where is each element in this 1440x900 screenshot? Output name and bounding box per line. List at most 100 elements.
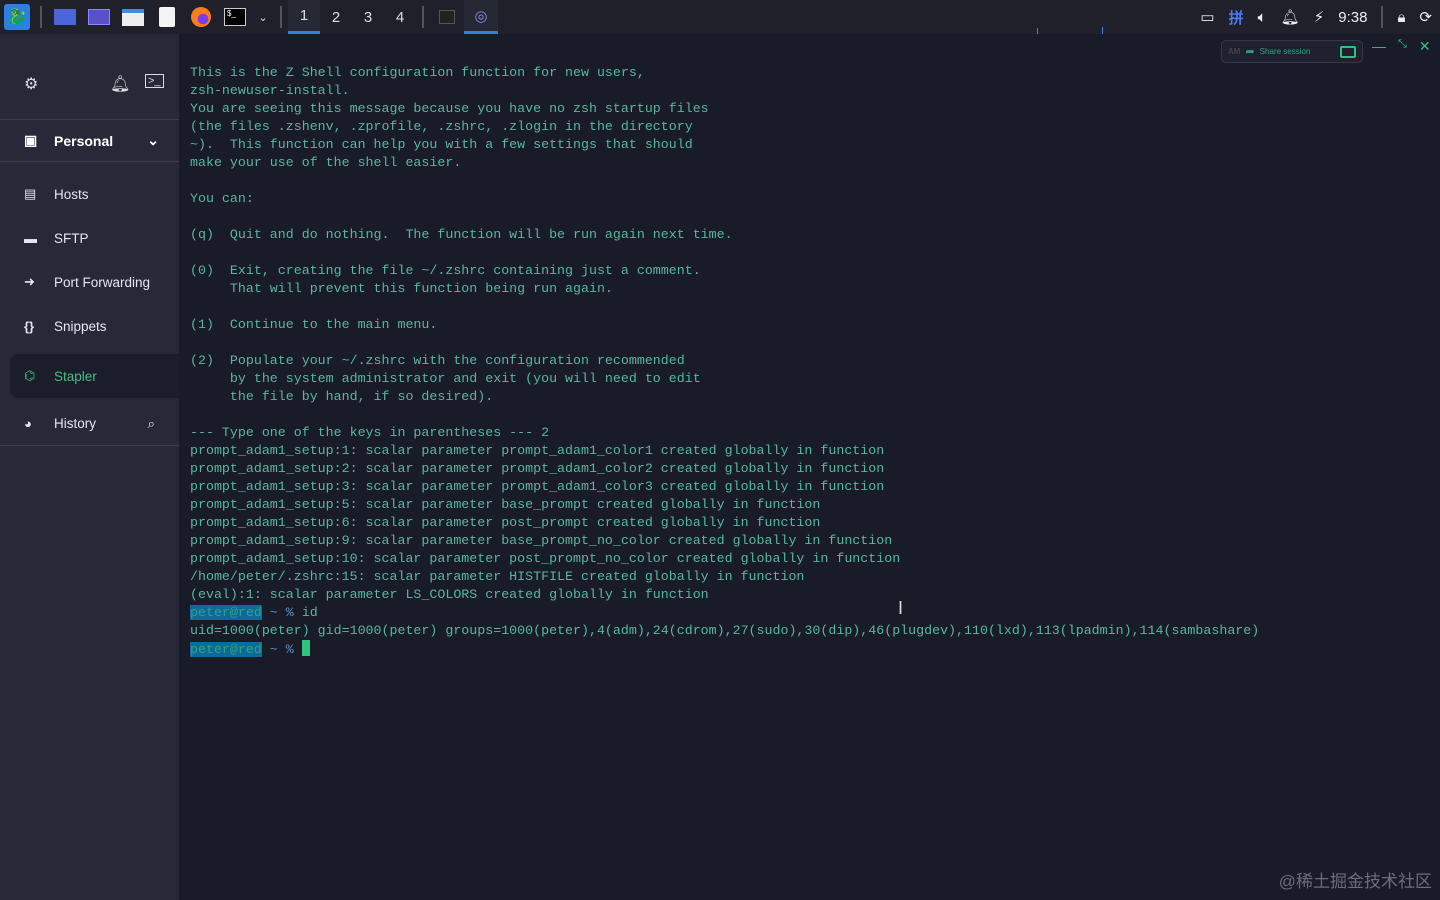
workspace-4[interactable]: 4 bbox=[384, 0, 416, 34]
vault-selector[interactable]: ▣ Personal ⌄ bbox=[0, 120, 179, 162]
sidebar-item-label: Port Forwarding bbox=[54, 274, 151, 290]
divider bbox=[422, 6, 424, 28]
prompt-line: peter@red ~ % id bbox=[190, 604, 1259, 622]
hosts-icon: ▤ bbox=[24, 186, 37, 201]
terminal-line: prompt_adam1_setup:9: scalar parameter b… bbox=[190, 533, 893, 548]
terminal-output[interactable]: This is the Z Shell configuration functi… bbox=[190, 64, 1259, 659]
arrow-icon: ➜ bbox=[24, 274, 35, 289]
workspace-2[interactable]: 2 bbox=[320, 0, 352, 34]
folder-icon: ▬ bbox=[24, 230, 37, 246]
am-badge: AM bbox=[1228, 47, 1241, 56]
terminal-line: by the system administrator and exit (yo… bbox=[190, 371, 701, 386]
terminal-line: make your use of the shell easier. bbox=[190, 155, 462, 170]
split-view-icon[interactable] bbox=[1340, 45, 1356, 58]
clock-icon: ◕ bbox=[24, 416, 32, 431]
prompt-line: peter@red ~ % bbox=[190, 640, 1259, 659]
window-controls: — ⤡ ✕ bbox=[1372, 38, 1431, 55]
sidebar-item-hosts[interactable]: ▤ Hosts bbox=[0, 172, 179, 216]
kali-menu-icon[interactable]: 🐉 bbox=[4, 4, 30, 30]
terminal-line: prompt_adam1_setup:6: scalar parameter p… bbox=[190, 515, 821, 530]
command-output: uid=1000(peter) gid=1000(peter) groups=1… bbox=[190, 623, 1260, 638]
network-monitor-graph bbox=[1006, 4, 1148, 34]
share-arrow-icon: ➦ bbox=[1245, 46, 1255, 58]
clock[interactable]: 9:38 bbox=[1338, 9, 1367, 26]
workspace-1[interactable]: 1 bbox=[288, 0, 320, 34]
firefox-icon[interactable] bbox=[188, 4, 214, 30]
settings-gear-icon[interactable]: ⚙ bbox=[24, 74, 38, 94]
cursor bbox=[301, 640, 310, 656]
close-icon[interactable]: ✕ bbox=[1419, 38, 1431, 55]
minimize-icon[interactable]: — bbox=[1372, 38, 1386, 55]
restore-icon[interactable]: ⤡ bbox=[1398, 38, 1407, 55]
lock-icon[interactable]: 🔒︎ bbox=[1397, 9, 1405, 26]
terminal-line: You are seeing this message because you … bbox=[190, 101, 709, 116]
sidebar: ⚙ 🔔︎ >_ ▣ Personal ⌄ ▤ Hosts ▬ SFTP ➜ Port … bbox=[0, 34, 179, 900]
terminal-line: prompt_adam1_setup:1: scalar parameter p… bbox=[190, 443, 885, 458]
terminal-line: ~). This function can help you with a fe… bbox=[190, 137, 693, 152]
terminal-line: /home/peter/.zshrc:15: scalar parameter … bbox=[190, 569, 805, 584]
terminal-icon[interactable]: $_ bbox=[222, 4, 248, 30]
chevron-down-icon[interactable]: ⌄ bbox=[256, 4, 270, 30]
terminal-line: This is the Z Shell configuration functi… bbox=[190, 65, 645, 80]
stapler-icon: ⌬ bbox=[24, 368, 36, 383]
notification-bell-icon[interactable]: 🔔︎ bbox=[110, 74, 130, 94]
braces-icon: {} bbox=[24, 318, 35, 334]
terminal-line: --- Type one of the keys in parentheses … bbox=[190, 425, 550, 440]
terminal-line: (0) Exit, creating the file ~/.zshrc con… bbox=[190, 263, 701, 278]
terminal-line: (the files .zshenv, .zprofile, .zshrc, .… bbox=[190, 119, 693, 134]
terminal-line: (2) Populate your ~/.zshrc with the conf… bbox=[190, 353, 685, 368]
prompt-user: peter@red bbox=[190, 642, 262, 657]
share-session-button[interactable]: Share session bbox=[1260, 47, 1335, 56]
terminal-line: the file by hand, if so desired). bbox=[190, 389, 494, 404]
terminal-line: (1) Continue to the main menu. bbox=[190, 317, 438, 332]
terminal-line: (q) Quit and do nothing. The function wi… bbox=[190, 227, 733, 242]
termius-window-icon[interactable]: ◎ bbox=[464, 0, 498, 34]
show-desktop-icon[interactable] bbox=[52, 4, 78, 30]
terminal-line: zsh-newuser-install. bbox=[190, 83, 350, 98]
sidebar-item-label: Snippets bbox=[54, 318, 107, 334]
terminal-line: prompt_adam1_setup:3: scalar parameter p… bbox=[190, 479, 885, 494]
text-cursor-icon: I bbox=[898, 598, 904, 618]
notification-bell-icon[interactable]: 🔔︎ bbox=[1281, 8, 1300, 26]
volume-icon[interactable]: 🔈︎ bbox=[1258, 9, 1267, 26]
sidebar-item-label: History bbox=[54, 416, 97, 431]
command-text: id bbox=[301, 605, 318, 620]
sidebar-item-stapler[interactable]: ⌬ Stapler bbox=[10, 354, 179, 398]
terminal-line: You can: bbox=[190, 191, 254, 206]
sidebar-item-label: Hosts bbox=[54, 186, 89, 202]
workspace-3[interactable]: 3 bbox=[352, 0, 384, 34]
watermark: @稀土掘金技术社区 bbox=[1278, 872, 1432, 891]
system-tray: ▭ 拼 🔈︎ 🔔︎ ⚡︎ 9:38 🔒︎ ⟳ bbox=[1200, 0, 1440, 34]
input-method-icon[interactable]: 拼 bbox=[1229, 7, 1244, 28]
network-icon[interactable]: ▭ bbox=[1200, 8, 1214, 26]
logout-icon[interactable]: ⟳ bbox=[1419, 8, 1432, 26]
sidebar-item-snippets[interactable]: {} Snippets bbox=[0, 304, 179, 348]
power-icon[interactable]: ⚡︎ bbox=[1314, 8, 1325, 26]
terminal-icon[interactable]: >_ bbox=[145, 74, 164, 88]
sidebar-item-label: SFTP bbox=[54, 230, 89, 246]
sidebar-item-port-forwarding[interactable]: ➜ Port Forwarding bbox=[0, 260, 179, 304]
screenshot-icon[interactable] bbox=[86, 4, 112, 30]
sidebar-item-sftp[interactable]: ▬ SFTP bbox=[0, 216, 179, 260]
divider bbox=[280, 6, 282, 28]
vault-label: Personal bbox=[54, 132, 114, 149]
terminal-line: That will prevent this function being ru… bbox=[190, 281, 613, 296]
file-manager-icon[interactable] bbox=[120, 4, 146, 30]
search-icon[interactable]: ⌕ bbox=[147, 416, 155, 432]
divider bbox=[1381, 6, 1384, 28]
share-session-bar: AM ➦ Share session bbox=[1221, 40, 1363, 63]
vault-icon: ▣ bbox=[24, 132, 38, 148]
text-editor-icon[interactable] bbox=[154, 4, 180, 30]
prompt-symbol: ~ % bbox=[261, 605, 302, 620]
sidebar-item-history[interactable]: ◕ History ⌕ bbox=[0, 402, 179, 446]
terminal-line: prompt_adam1_setup:10: scalar parameter … bbox=[190, 551, 901, 566]
prompt-user: peter@red bbox=[190, 605, 262, 620]
terminal-line: (eval):1: scalar parameter LS_COLORS cre… bbox=[190, 587, 709, 602]
terminal-window-icon[interactable] bbox=[434, 4, 460, 30]
divider bbox=[40, 6, 42, 28]
